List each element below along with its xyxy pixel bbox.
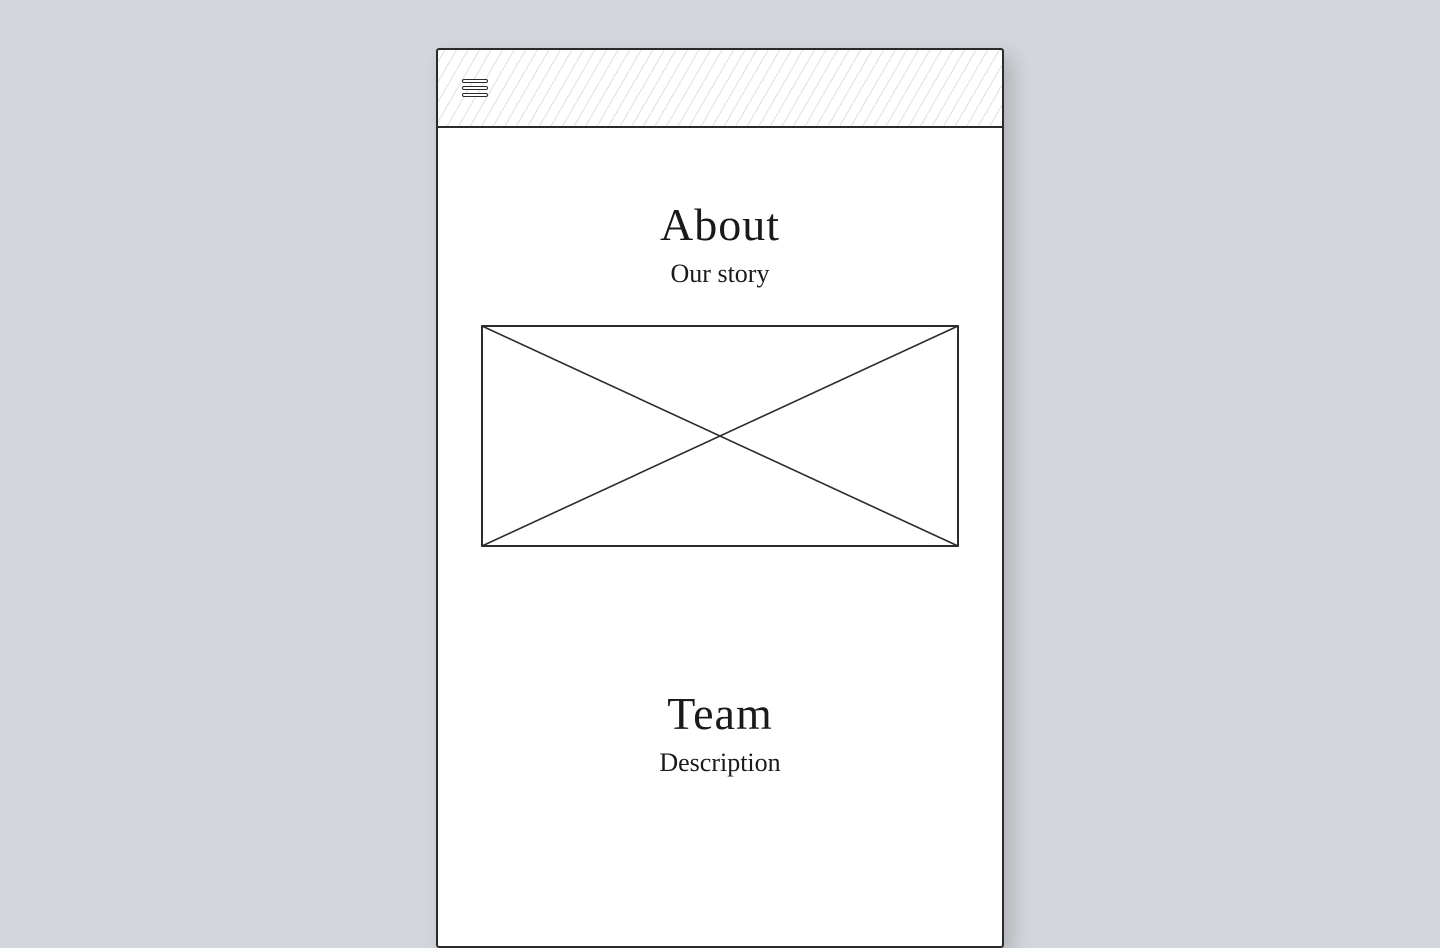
team-section: Team Description: [438, 587, 1002, 818]
page-content[interactable]: About Our story Team Description: [438, 128, 1002, 946]
hamburger-icon[interactable]: [462, 79, 488, 97]
about-image-placeholder: [481, 325, 959, 547]
navbar: [438, 50, 1002, 128]
mobile-wireframe-frame: About Our story Team Description: [436, 48, 1004, 948]
team-subheading: Description: [478, 748, 962, 778]
about-heading: About: [478, 198, 962, 251]
about-subheading: Our story: [478, 259, 962, 289]
team-heading: Team: [478, 687, 962, 740]
about-section: About Our story: [438, 128, 1002, 587]
